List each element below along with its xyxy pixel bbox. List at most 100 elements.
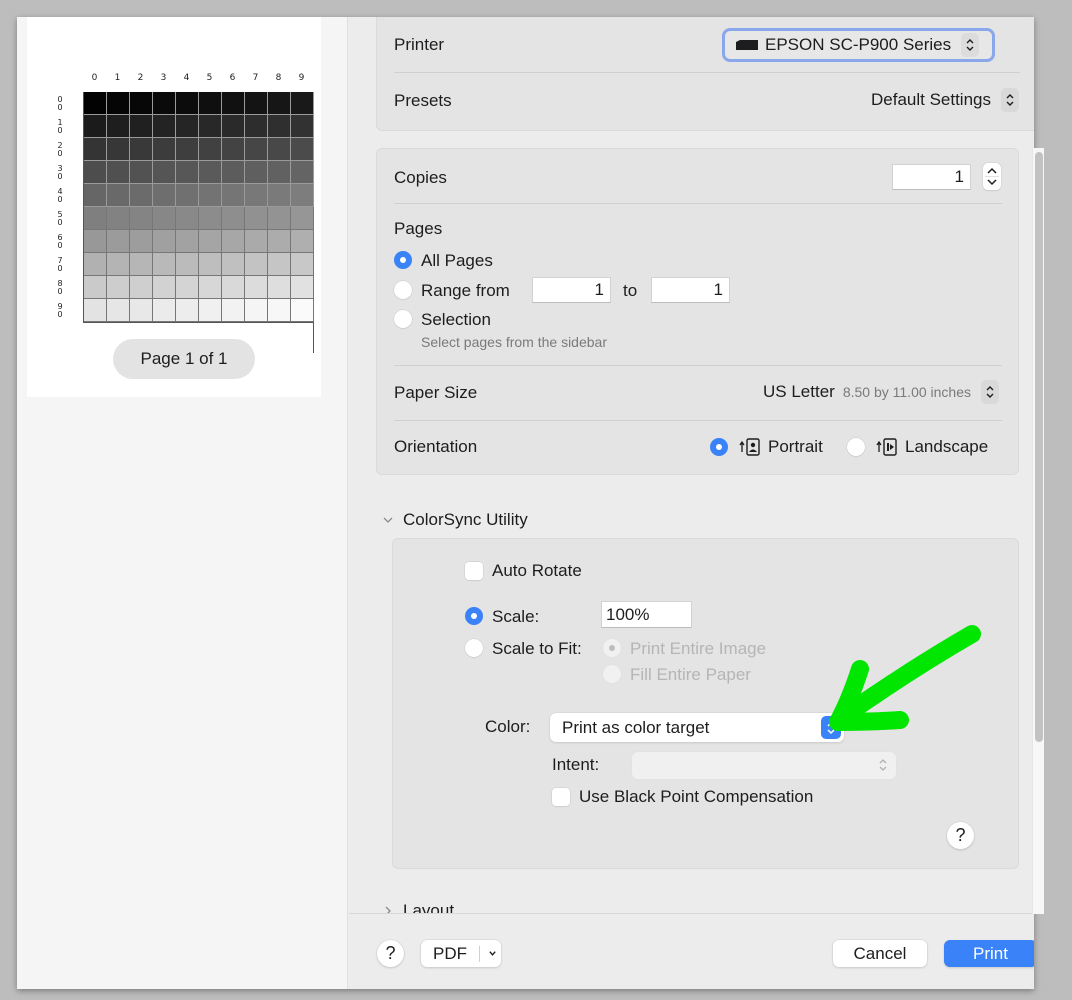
print-button[interactable]: Print bbox=[944, 940, 1034, 967]
fill-entire-paper-label: Fill Entire Paper bbox=[630, 665, 751, 684]
fill-entire-paper-radio[interactable] bbox=[603, 665, 621, 683]
scale-radio[interactable] bbox=[465, 607, 483, 625]
printer-value: EPSON SC-P900 Series bbox=[765, 35, 952, 54]
help-button[interactable]: ? bbox=[377, 940, 404, 967]
orientation-label: Orientation bbox=[394, 437, 478, 456]
gray-patch bbox=[176, 92, 199, 115]
gray-patch bbox=[222, 161, 245, 184]
print-entire-image-label: Print Entire Image bbox=[630, 639, 767, 658]
gray-patch bbox=[107, 138, 130, 161]
pdf-separator bbox=[479, 945, 480, 962]
layout-section-header[interactable]: Layout bbox=[383, 901, 454, 913]
gray-patch bbox=[199, 207, 222, 230]
gray-patch bbox=[268, 92, 291, 115]
gray-patch bbox=[291, 161, 314, 184]
gray-patch bbox=[268, 299, 291, 322]
color-value: Print as color target bbox=[562, 717, 710, 737]
gray-patch bbox=[153, 253, 176, 276]
presets-value: Default Settings bbox=[870, 90, 991, 109]
presets-select[interactable]: Default Settings bbox=[789, 88, 1019, 112]
row-label: 20 bbox=[57, 140, 63, 158]
scale-to-fit-radio[interactable] bbox=[465, 639, 483, 657]
gray-patch bbox=[153, 207, 176, 230]
range-to-input[interactable]: 1 bbox=[651, 277, 730, 303]
pdf-menu-button[interactable]: PDF bbox=[421, 940, 501, 967]
column-label: 5 bbox=[206, 73, 213, 83]
stepper-up-down-icon bbox=[985, 167, 999, 186]
gray-patch bbox=[268, 184, 291, 207]
color-select[interactable]: Print as color target bbox=[550, 713, 844, 742]
landscape-radio[interactable] bbox=[847, 438, 865, 456]
gray-patch bbox=[130, 92, 153, 115]
gray-patch bbox=[199, 253, 222, 276]
gray-patch bbox=[245, 207, 268, 230]
updown-chevron-icon bbox=[981, 380, 999, 404]
gray-patch bbox=[84, 92, 107, 115]
gray-patch bbox=[291, 138, 314, 161]
scale-input[interactable]: 100% bbox=[601, 601, 692, 628]
divider bbox=[394, 365, 1002, 366]
copies-input[interactable]: 1 bbox=[892, 164, 971, 190]
gray-patch bbox=[245, 253, 268, 276]
range-radio[interactable] bbox=[394, 281, 412, 299]
layout-title: Layout bbox=[403, 901, 455, 913]
gray-patch bbox=[199, 230, 222, 253]
colorsync-section-header[interactable]: ColorSync Utility bbox=[383, 510, 528, 530]
gray-patch bbox=[176, 207, 199, 230]
row-label: 60 bbox=[57, 233, 63, 251]
range-from-input[interactable]: 1 bbox=[532, 277, 611, 303]
row-labels: 00 10 20 30 40 50 60 70 80 90 bbox=[53, 92, 67, 323]
column-label: 6 bbox=[229, 73, 236, 83]
scale-to-fit-label: Scale to Fit: bbox=[492, 639, 582, 658]
gray-patch bbox=[84, 184, 107, 207]
settings-scrollbar[interactable] bbox=[1032, 148, 1044, 914]
scrollbar-thumb[interactable] bbox=[1035, 152, 1043, 742]
scale-label: Scale: bbox=[492, 607, 540, 626]
gray-patch bbox=[130, 161, 153, 184]
gray-patch bbox=[291, 115, 314, 138]
gray-patch bbox=[130, 299, 153, 322]
gray-patch bbox=[153, 276, 176, 299]
row-label: 50 bbox=[57, 210, 63, 228]
row-label: 00 bbox=[57, 94, 63, 112]
gray-patch bbox=[199, 299, 222, 322]
divider bbox=[394, 420, 1002, 421]
auto-rotate-label: Auto Rotate bbox=[492, 561, 582, 580]
column-label: 8 bbox=[275, 73, 282, 83]
gray-patch bbox=[268, 161, 291, 184]
gray-patch bbox=[176, 115, 199, 138]
auto-rotate-checkbox[interactable] bbox=[465, 562, 483, 580]
all-pages-label: All Pages bbox=[421, 251, 493, 270]
gray-patch bbox=[153, 138, 176, 161]
paper-size-select[interactable]: US Letter 8.50 by 11.00 inches bbox=[709, 380, 999, 404]
all-pages-radio[interactable] bbox=[394, 251, 412, 269]
column-label: 1 bbox=[114, 73, 121, 83]
printer-label: Printer bbox=[394, 35, 445, 54]
print-entire-image-radio[interactable] bbox=[603, 639, 621, 657]
gray-patch bbox=[222, 207, 245, 230]
selection-radio[interactable] bbox=[394, 310, 412, 328]
range-to-label: to bbox=[623, 281, 638, 300]
gray-patch bbox=[84, 207, 107, 230]
gray-patch bbox=[268, 230, 291, 253]
gray-patch bbox=[107, 230, 130, 253]
gray-patch bbox=[176, 161, 199, 184]
chevron-down-icon bbox=[383, 517, 393, 523]
portrait-radio[interactable] bbox=[710, 438, 728, 456]
portrait-icon bbox=[739, 438, 760, 456]
gray-patch bbox=[291, 92, 314, 115]
copies-stepper[interactable] bbox=[983, 163, 1001, 190]
colorsync-help-button[interactable]: ? bbox=[947, 822, 974, 849]
gray-patch bbox=[84, 299, 107, 322]
chevron-down-icon bbox=[489, 951, 496, 956]
printer-select[interactable]: EPSON SC-P900 Series bbox=[722, 28, 995, 62]
gray-patch bbox=[130, 207, 153, 230]
colorsync-group bbox=[392, 538, 1019, 869]
gray-patch bbox=[107, 207, 130, 230]
black-point-checkbox[interactable] bbox=[552, 788, 570, 806]
gray-patch bbox=[130, 138, 153, 161]
intent-select[interactable] bbox=[632, 752, 896, 779]
column-label: 2 bbox=[137, 73, 144, 83]
page-preview[interactable]: 0 1 2 3 4 5 6 7 8 9 00 10 20 30 40 50 60 70 80 90 Page 1 o… bbox=[27, 17, 321, 397]
cancel-button[interactable]: Cancel bbox=[833, 940, 927, 967]
